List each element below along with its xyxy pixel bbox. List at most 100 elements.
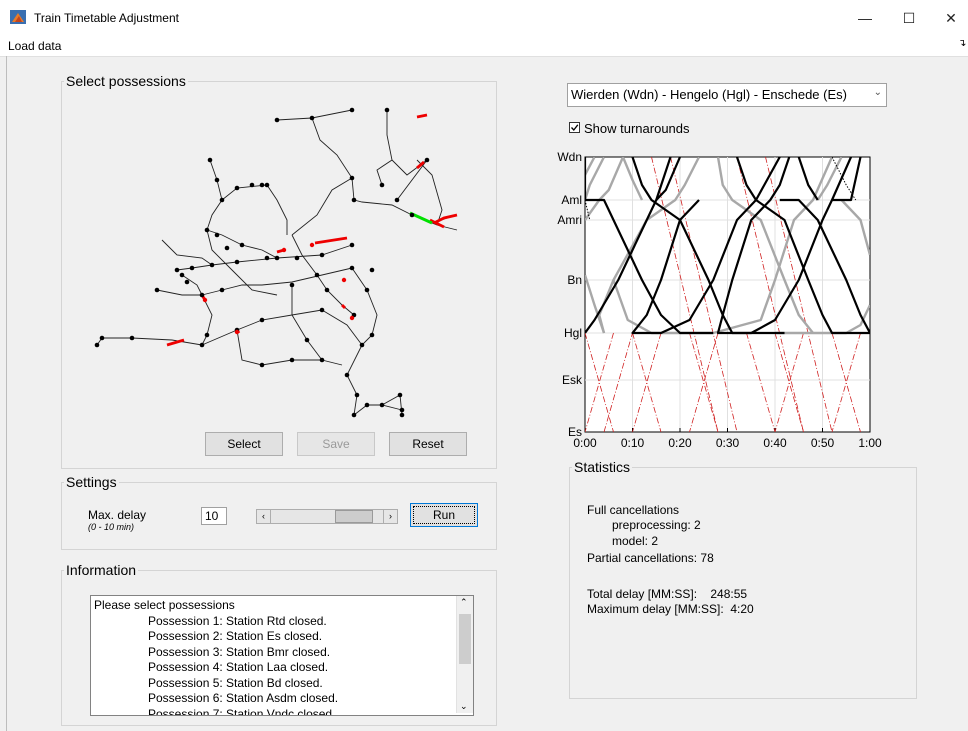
y-tick-label: Wdn [557,150,582,164]
station-node [351,197,357,203]
list-item: Possession 4: Station Laa closed. [148,660,329,674]
full-cancellations-label: Full cancellations [587,503,680,517]
network-closed-segments [166,113,458,347]
station-node [351,412,357,418]
track-line [291,177,353,236]
route-dropdown[interactable]: Wierden (Wdn) - Hengelo (Hgl) - Enschede… [567,83,887,107]
station-node [264,182,270,188]
list-item: Possession 7: Station Vndc closed. [148,706,336,716]
station-node [99,335,105,341]
station-node [174,267,180,273]
track-line [161,239,213,266]
station-node [349,175,355,181]
menu-load-data[interactable]: Load data [8,39,61,53]
closed-station-node [309,242,315,248]
close-icon[interactable]: ✕ [936,6,966,30]
station-node [219,197,225,203]
station-node [399,412,405,418]
station-node [289,357,295,363]
closed-station-node [202,297,208,303]
track-line [221,184,268,201]
station-node [309,115,315,121]
list-item: Possession 6: Station Asdm closed. [148,691,339,705]
y-tick-label: Es [568,425,582,439]
station-node [314,272,320,278]
track-line [201,294,213,346]
x-tick-label: 0:40 [763,436,787,450]
model-cancellations: model: 2 [612,534,659,548]
network-map[interactable] [62,90,494,430]
reset-button[interactable]: Reset [389,432,467,456]
total-delay: Total delay [MM:SS]: 248:55 [587,587,748,601]
run-button[interactable]: Run [410,503,478,527]
minimize-icon[interactable]: — [850,6,880,30]
station-node [249,182,255,188]
y-tick-label: Esk [562,373,583,387]
partial-cancellations: Partial cancellations: 78 [587,551,714,565]
station-node [349,242,355,248]
track-line [201,309,323,346]
pin-icon[interactable]: ↴ [958,38,966,49]
show-turnarounds-checkbox[interactable] [569,122,580,133]
route-dropdown-value: Wierden (Wdn) - Hengelo (Hgl) - Enschede… [571,87,847,102]
information-listbox[interactable]: Please select possessions Possession 1: … [90,595,474,716]
station-node [184,279,190,285]
track-line [266,184,288,235]
track-line [276,109,353,121]
station-node [207,157,213,163]
station-node [94,342,100,348]
scroll-down-icon[interactable]: ⌄ [460,701,468,712]
track-line [236,329,322,366]
closed-track-segment [416,113,428,119]
menu-bar: Load data ↴ [0,36,968,57]
station-node [294,255,300,261]
station-node [379,402,385,408]
closed-track-segment [314,236,348,245]
station-node [319,252,325,258]
track-line [376,110,393,186]
max-delay-slider[interactable]: ‹ › [256,509,398,524]
list-scrollbar[interactable]: ⌃ ⌄ [456,596,473,713]
closed-track-segment [433,213,458,225]
max-delay-input[interactable] [201,507,227,525]
x-tick-label: 0:10 [621,436,645,450]
information-title: Information [64,562,139,578]
track-line [206,159,223,231]
station-node [349,265,355,271]
x-tick-label: 0:30 [716,436,740,450]
maximum-delay: Maximum delay [MM:SS]: 4:20 [587,602,754,616]
track-line [311,117,355,201]
slider-thumb[interactable] [334,510,373,523]
statistics-panel [569,467,917,699]
scroll-up-icon[interactable]: ⌃ [460,597,468,608]
maximize-icon[interactable]: ☐ [894,6,924,30]
slider-right-arrow-icon[interactable]: › [383,510,397,523]
station-node [219,287,225,293]
scroll-thumb[interactable] [459,614,471,664]
closed-station-node [349,315,355,321]
list-item: Possession 5: Station Bd closed. [148,675,323,690]
preprocessing-cancellations: preprocessing: 2 [612,518,701,532]
track-line [381,394,403,416]
list-item: Possession 1: Station Rtd closed. [148,613,327,628]
track-line [96,337,203,346]
select-possessions-title: Select possessions [64,73,188,89]
timetable-chart[interactable]: 0:00 0:10 0:20 0:30 0:40 0:50 1:00WdnAmlAmriBn… [545,145,885,450]
statistics-title: Statistics [572,459,633,475]
slider-left-arrow-icon[interactable]: ‹ [257,510,271,523]
station-node [319,357,325,363]
save-button[interactable]: Save [297,432,375,456]
station-node [359,342,365,348]
y-tick-label: Hgl [564,326,582,340]
station-node [349,107,355,113]
select-button[interactable]: Select [205,432,283,456]
station-node [397,392,403,398]
station-node [319,307,325,313]
station-node [424,157,430,163]
station-node [364,287,370,293]
closed-station-node [234,329,240,335]
station-node [409,212,415,218]
track-line [156,289,202,296]
station-node [234,185,240,191]
track-line [201,267,353,296]
